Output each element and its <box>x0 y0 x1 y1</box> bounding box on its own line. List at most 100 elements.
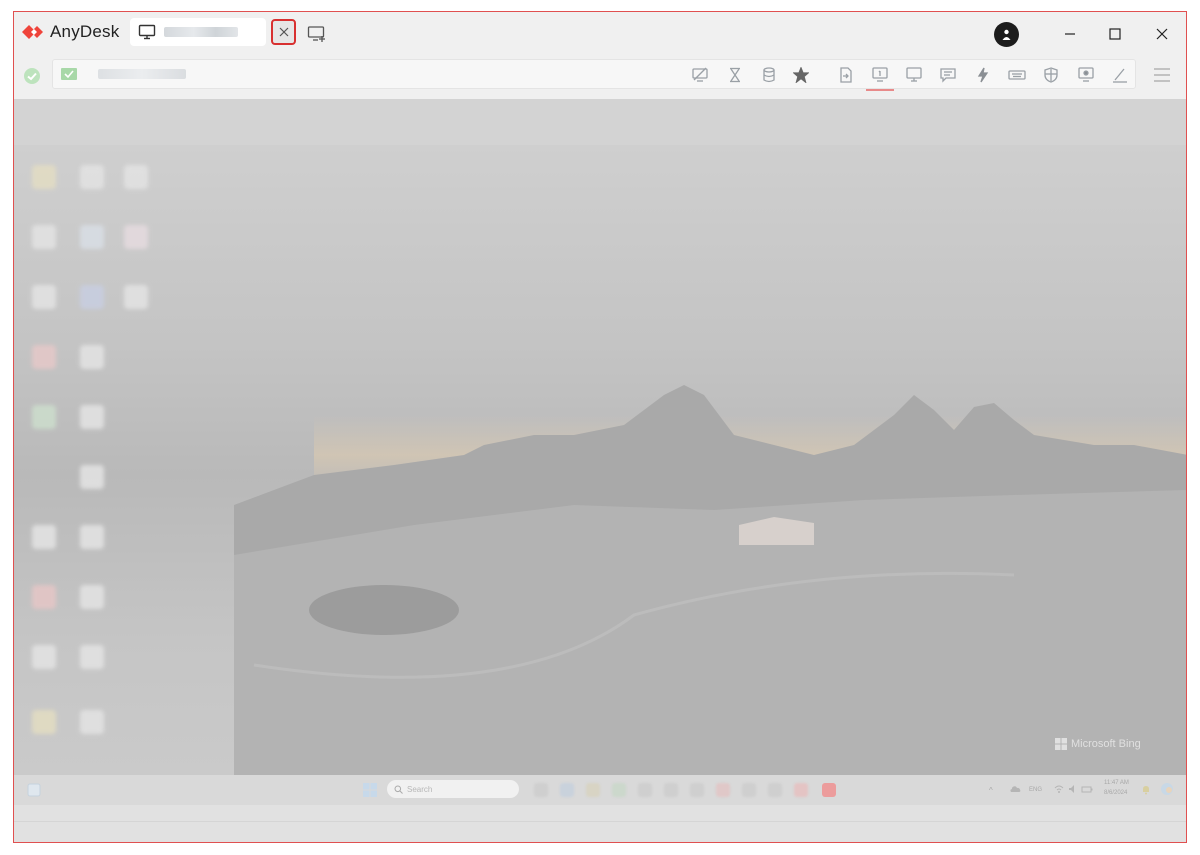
session-timer-button[interactable] <box>724 65 746 85</box>
maximize-icon <box>1109 28 1121 40</box>
monitor-one-icon <box>872 67 888 82</box>
desktop-icon[interactable] <box>32 405 56 429</box>
minimize-button[interactable] <box>1060 24 1080 44</box>
divider <box>14 821 1186 822</box>
profile-button[interactable] <box>994 22 1019 47</box>
file-transfer-icon <box>840 67 852 83</box>
notification-bell-icon[interactable] <box>1141 784 1151 795</box>
anydesk-logo-icon <box>22 25 43 39</box>
desktop-icon[interactable] <box>32 585 56 609</box>
user-account-icon <box>1002 29 1011 40</box>
taskbar-app[interactable] <box>560 783 574 797</box>
start-windows-icon[interactable] <box>363 783 377 797</box>
tray-clock-date[interactable]: 8/6/2024 <box>1104 790 1127 796</box>
desktop-icon[interactable] <box>32 165 56 189</box>
desktop-icon[interactable] <box>124 225 148 249</box>
desktop-icon[interactable] <box>80 285 104 309</box>
windows-logo-icon <box>1055 738 1067 750</box>
desktop-icon[interactable] <box>80 165 104 189</box>
desktop-icon[interactable] <box>80 465 104 489</box>
keyboard-button[interactable] <box>1006 65 1028 85</box>
cloud-icon[interactable] <box>1009 785 1021 793</box>
desktop-icon[interactable] <box>32 285 56 309</box>
favorite-button[interactable] <box>790 65 812 85</box>
taskbar-app[interactable] <box>638 783 652 797</box>
chat-button[interactable] <box>937 65 959 85</box>
desktop-icon[interactable] <box>32 645 56 669</box>
monitor-icon <box>138 24 156 40</box>
app-logo: AnyDesk <box>22 22 119 42</box>
close-tab-button[interactable] <box>271 19 296 45</box>
privacy-mode-button[interactable] <box>689 65 711 85</box>
anydesk-window: AnyDesk Microsoft Bing Search ^ ENG 11:4… <box>13 11 1187 843</box>
monitor-select-button[interactable] <box>869 65 891 85</box>
screenshot-icon <box>1078 67 1094 82</box>
desktop-icon[interactable] <box>124 285 148 309</box>
close-icon <box>279 27 288 37</box>
address-input[interactable] <box>98 69 186 79</box>
display-settings-button[interactable] <box>903 65 925 85</box>
desktop-icon[interactable] <box>32 225 56 249</box>
desktop-icon[interactable] <box>32 525 56 549</box>
desktop-icon[interactable] <box>80 585 104 609</box>
remote-desk-icon <box>61 68 77 80</box>
wifi-icon[interactable] <box>1054 784 1064 794</box>
session-tab[interactable] <box>130 18 266 46</box>
remote-desktop-view[interactable]: Microsoft Bing Search ^ ENG 11:47 AM 8/6… <box>14 145 1186 805</box>
volume-icon[interactable] <box>1068 784 1078 794</box>
desktop-icon[interactable] <box>32 345 56 369</box>
new-tab-monitor-plus-icon <box>307 26 325 42</box>
tray-chevron-icon[interactable]: ^ <box>989 786 993 795</box>
file-transfer-button[interactable] <box>835 65 857 85</box>
privacy-icon <box>692 67 708 82</box>
taskbar-app[interactable] <box>664 783 678 797</box>
desktop-icon[interactable] <box>80 710 104 734</box>
connection-ok-icon <box>24 68 40 84</box>
storage-icon <box>763 67 775 83</box>
taskbar-app[interactable] <box>534 783 548 797</box>
taskbar-app[interactable] <box>768 783 782 797</box>
tray-clock-time[interactable]: 11:47 AM <box>1104 780 1129 786</box>
display-icon <box>906 67 922 82</box>
favorite-star-icon <box>793 67 809 83</box>
taskbar-anydesk-app[interactable] <box>822 783 836 797</box>
desktop-icon[interactable] <box>32 710 56 734</box>
remote-search-box[interactable]: Search <box>387 780 519 798</box>
desktop-icon[interactable] <box>80 345 104 369</box>
desktop-icon[interactable] <box>80 225 104 249</box>
copilot-icon[interactable] <box>1159 781 1175 797</box>
desktop-icon[interactable] <box>124 165 148 189</box>
desktop-icon[interactable] <box>80 405 104 429</box>
taskbar-app[interactable] <box>690 783 704 797</box>
main-menu-button[interactable] <box>1152 66 1172 89</box>
desktop-icon[interactable] <box>80 525 104 549</box>
search-placeholder: Search <box>407 784 433 794</box>
wallpaper-mountains <box>234 385 1186 805</box>
taskbar-app[interactable] <box>794 783 808 797</box>
close-window-button[interactable] <box>1152 24 1172 44</box>
remote-view-bottom-margin <box>14 805 1186 842</box>
desktop-icon[interactable] <box>80 645 104 669</box>
search-icon <box>394 785 403 794</box>
bing-watermark-text: Microsoft Bing <box>1071 738 1141 750</box>
minimize-icon <box>1065 33 1075 35</box>
bing-watermark: Microsoft Bing <box>1055 738 1141 750</box>
screenshot-button[interactable] <box>1075 65 1097 85</box>
widgets-icon[interactable] <box>27 783 41 797</box>
timer-icon <box>730 67 740 83</box>
maximize-button[interactable] <box>1105 24 1125 44</box>
close-window-icon <box>1156 28 1168 40</box>
actions-button[interactable] <box>972 65 994 85</box>
permissions-shield-icon <box>1044 67 1058 83</box>
taskbar-app[interactable] <box>716 783 730 797</box>
new-session-button[interactable] <box>307 25 327 48</box>
taskbar-app[interactable] <box>612 783 626 797</box>
keyboard-icon <box>1008 70 1026 80</box>
tray-language[interactable]: ENG <box>1029 787 1042 793</box>
battery-icon[interactable] <box>1081 784 1093 794</box>
whiteboard-button[interactable] <box>1109 65 1131 85</box>
permissions-button[interactable] <box>1040 65 1062 85</box>
taskbar-app[interactable] <box>586 783 600 797</box>
taskbar-app[interactable] <box>742 783 756 797</box>
storage-button[interactable] <box>758 65 780 85</box>
